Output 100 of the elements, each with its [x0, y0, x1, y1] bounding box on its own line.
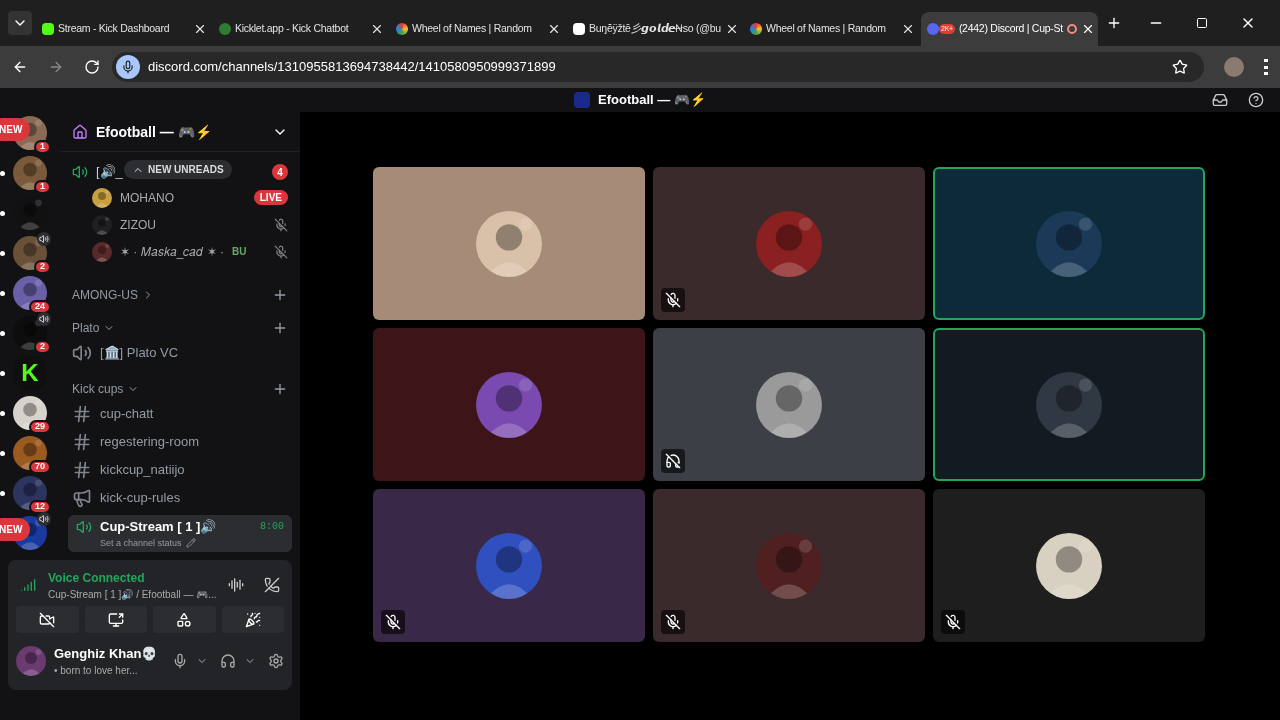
pencil-icon — [185, 538, 196, 549]
tab-title: Wheel of Names | Random — [766, 21, 887, 37]
disconnect-icon[interactable] — [264, 577, 280, 593]
tab-title: Stream - Kick Dashboard — [58, 21, 171, 37]
voice-channel-path[interactable]: Cup-Stream [ 1 ]🔊 / Efootball — 🎮... — [48, 586, 220, 602]
member-name[interactable]: ZIZOU — [120, 215, 156, 234]
hash-icon — [72, 404, 92, 424]
unread-badge: 29 — [29, 420, 51, 434]
add-channel-icon[interactable] — [272, 381, 288, 397]
new-pill: NEW — [0, 118, 31, 141]
wheel-icon — [750, 23, 762, 35]
inbox-icon[interactable] — [1212, 92, 1228, 108]
tab-search-button[interactable] — [8, 11, 32, 35]
speaker-icon — [72, 164, 88, 180]
video-tile[interactable] — [933, 167, 1205, 320]
tab-title: Wheel of Names | Random — [412, 21, 533, 37]
live-badge: LIVE — [253, 190, 288, 205]
address-bar[interactable]: discord.com/channels/1310955813694738442/1410580950999371899 — [112, 52, 1204, 82]
tab-title: Kicklet.app - Kick Chatbot — [235, 21, 350, 37]
channel-name[interactable]: regestering-room — [100, 432, 199, 452]
profile-avatar[interactable] — [1224, 57, 1244, 77]
tab-title: (2442) Discord | Cup-St — [958, 21, 1063, 37]
video-tile[interactable] — [933, 489, 1205, 642]
bookmark-icon[interactable] — [1172, 59, 1188, 75]
unread-badge: 2 — [34, 340, 51, 354]
kick-logo-icon — [42, 23, 54, 35]
close-icon[interactable] — [547, 22, 561, 36]
server-name: Efootball — 🎮⚡ — [96, 122, 213, 142]
video-tile[interactable] — [373, 167, 645, 320]
back-icon[interactable] — [12, 59, 28, 75]
note-icon — [573, 23, 585, 35]
browser-tab[interactable]: Wheel of Names | Random — [744, 12, 921, 46]
party-popper-icon — [244, 611, 261, 628]
unread-badge: 2 — [34, 260, 51, 274]
server-icon — [574, 92, 591, 108]
noise-suppression-icon[interactable] — [228, 577, 244, 593]
category-header[interactable]: Kick cups — [72, 380, 124, 398]
mention-badge: 4 — [272, 164, 288, 180]
forward-icon[interactable] — [48, 59, 64, 75]
camera-off-button[interactable] — [16, 606, 79, 633]
video-tile[interactable] — [933, 328, 1205, 481]
browser-tab[interactable]: Kicklet.app - Kick Chatbot — [213, 12, 390, 46]
window-title: Efootball — 🎮⚡ — [598, 91, 706, 110]
channel-name[interactable]: kickcup_natiijo — [100, 460, 185, 480]
camera-off-icon — [39, 611, 56, 628]
new-tab-icon[interactable] — [1106, 15, 1122, 31]
reload-icon[interactable] — [84, 59, 100, 75]
video-tile[interactable] — [373, 328, 645, 481]
settings-icon[interactable] — [268, 652, 284, 669]
channel-status: Set a channel status — [100, 536, 182, 550]
shapes-icon — [176, 611, 193, 628]
restore-icon[interactable] — [1196, 17, 1208, 29]
member-name[interactable]: ✶ · 𝑀𝑎𝑠𝑘𝑎_𝑐𝑎𝑑 ✶ · — [120, 242, 224, 261]
headphones-icon[interactable] — [220, 652, 236, 669]
signal-icon — [20, 577, 36, 593]
screen-share-icon — [107, 611, 124, 628]
menu-icon[interactable] — [1264, 59, 1268, 75]
share-screen-button[interactable] — [84, 606, 147, 633]
hash-icon — [72, 460, 92, 480]
unread-badge: 12 — [29, 500, 51, 514]
speaker-icon — [76, 518, 92, 535]
mic-icon[interactable] — [116, 55, 140, 79]
new-pill: NEW — [0, 518, 31, 541]
close-icon[interactable] — [370, 22, 384, 36]
category-header[interactable]: Plato — [72, 319, 100, 337]
help-icon[interactable] — [1248, 92, 1264, 108]
close-icon[interactable] — [193, 22, 207, 36]
server-logo[interactable]: K — [13, 356, 47, 390]
video-tile[interactable] — [653, 167, 925, 320]
new-unreads-button[interactable]: NEW UNREADS — [124, 160, 232, 179]
user-status: • born to love her... — [54, 664, 139, 678]
category-header[interactable]: AMONG-US — [72, 286, 138, 304]
microphone-icon[interactable] — [172, 652, 188, 669]
browser-tab[interactable]: Stream - Kick Dashboard — [36, 12, 213, 46]
browser-tab[interactable]: Buŋĕÿžtē彡𝙜𝙤𝙡𝙙𝙚Ꞥso (@bu — [567, 12, 744, 46]
bot-icon — [219, 23, 231, 35]
unread-badge: 70 — [29, 460, 51, 474]
add-channel-icon[interactable] — [272, 320, 288, 336]
browser-tab[interactable]: Wheel of Names | Random — [390, 12, 567, 46]
unread-badge: 1 — [34, 140, 51, 154]
video-tile[interactable] — [653, 328, 925, 481]
wheel-icon — [396, 23, 408, 35]
member-name[interactable]: MOHANO — [120, 188, 174, 207]
channel-name[interactable]: [🏛] Plato VC — [100, 343, 179, 363]
video-tile[interactable] — [373, 489, 645, 642]
add-channel-icon[interactable] — [272, 287, 288, 303]
username[interactable]: Genghiz Khan💀 — [54, 643, 164, 663]
video-tile[interactable] — [653, 489, 925, 642]
unread-badge: 24 — [29, 300, 51, 314]
close-icon[interactable] — [901, 22, 915, 36]
activities-button[interactable] — [153, 606, 216, 633]
speaker-icon — [72, 343, 92, 363]
active-channel[interactable]: Cup-Stream [ 1 ]🔊 8:00 Set a channel status — [68, 515, 292, 552]
soundboard-button[interactable] — [221, 606, 284, 633]
channel-name[interactable]: cup-chatt — [100, 404, 154, 424]
member-tag: BU — [232, 244, 247, 259]
channel-name[interactable]: kick-cup-rules — [100, 488, 181, 508]
channel-name: Cup-Stream [ 1 ]🔊 — [100, 518, 217, 536]
locked-hash-icon — [72, 432, 92, 452]
channel-name[interactable]: [🔊_ — [96, 162, 123, 182]
